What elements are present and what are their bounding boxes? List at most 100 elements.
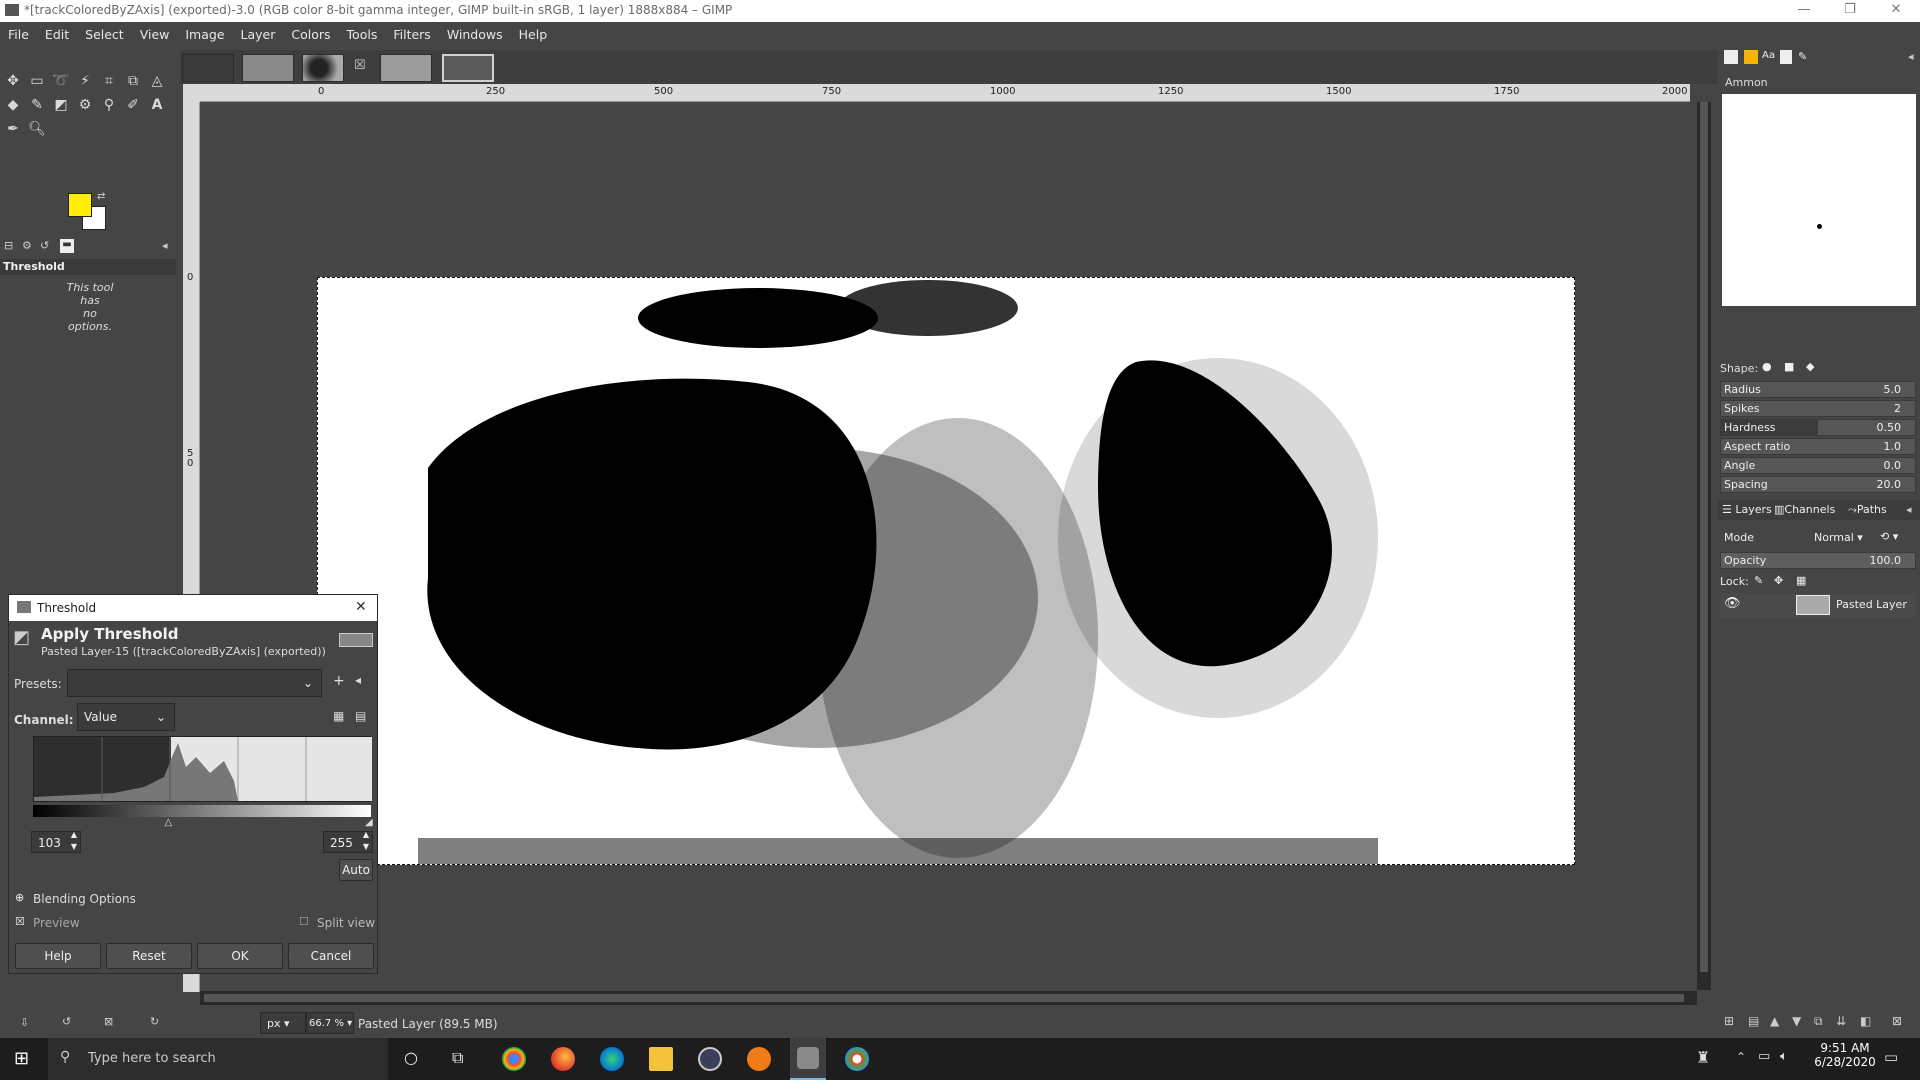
taskbar-search-box[interactable]: ⚲ Type here to search (48, 1038, 388, 1080)
brushes-tab-icon[interactable] (1724, 50, 1738, 64)
foreground-color[interactable] (68, 193, 92, 217)
menu-layer[interactable]: Layer (233, 22, 284, 48)
dialog-titlebar[interactable]: Threshold ✕ (9, 595, 377, 621)
tray-chevron-icon[interactable]: ⌃ (1736, 1050, 1746, 1064)
menu-filters[interactable]: Filters (385, 22, 438, 48)
spacing-slider[interactable]: Spacing 20.0 (1720, 476, 1916, 493)
notifications-icon[interactable]: ▭ (1884, 1048, 1898, 1066)
save-options-icon[interactable]: ⇩ (20, 1016, 29, 1029)
bucket-fill-icon[interactable]: ◆ (2, 94, 24, 116)
linear-histogram-icon[interactable]: ▦ (333, 709, 344, 723)
firefox-icon[interactable] (551, 1047, 575, 1071)
dialog-close-button[interactable]: ✕ (355, 599, 367, 615)
images-tab-icon[interactable]: ▬ (60, 239, 74, 253)
layer-row[interactable]: 👁︎ Pasted Layer (1720, 593, 1916, 617)
menu-help[interactable]: Help (511, 22, 556, 48)
delete-options-icon[interactable]: ⊠ (104, 1015, 113, 1028)
new-group-icon[interactable]: ▤ (1748, 1014, 1759, 1028)
text-tool-icon[interactable]: A (146, 94, 168, 116)
menu-view[interactable]: View (132, 22, 178, 48)
mode-select[interactable]: Normal ▾ (1814, 531, 1863, 544)
shape-square-icon[interactable]: ■ (1784, 360, 1794, 373)
smudge-icon[interactable]: ⚲ (98, 94, 120, 116)
visibility-eye-icon[interactable]: 👁︎ (1724, 596, 1741, 611)
opacity-slider[interactable]: Opacity 100.0 (1720, 552, 1916, 569)
cancel-button[interactable]: Cancel (288, 943, 374, 969)
configure-tab-icon[interactable]: ◂ (162, 239, 168, 252)
paintbrush-icon[interactable]: ✎ (26, 94, 48, 116)
menu-windows[interactable]: Windows (439, 22, 511, 48)
mask-icon[interactable]: ◧ (1860, 1014, 1871, 1028)
zoom-icon[interactable]: 🔍︎ (26, 118, 48, 140)
menu-image[interactable]: Image (177, 22, 232, 48)
eraser-icon[interactable]: ◩ (50, 94, 72, 116)
channel-select[interactable]: Value ⌄ (77, 703, 175, 731)
low-threshold-handle[interactable]: △ (165, 817, 173, 828)
task-view-icon[interactable]: ⧉ (452, 1048, 463, 1068)
tab-channels[interactable]: ▥Channels (1774, 503, 1835, 516)
close-button[interactable]: ✕ (1873, 0, 1919, 22)
tool-options-tab-icon[interactable]: ⊟ (4, 239, 13, 252)
edge-icon[interactable] (600, 1047, 624, 1071)
presets-select[interactable]: ⌄ (67, 669, 322, 697)
low-threshold-spin[interactable]: 103 ▲ ▼ (31, 830, 81, 853)
add-preset-icon[interactable]: + (333, 673, 345, 689)
menu-tools[interactable]: Tools (339, 22, 386, 48)
preset-menu-icon[interactable]: ◂ (355, 673, 361, 687)
rect-select-icon[interactable]: ▭ (26, 70, 48, 92)
duplicate-layer-icon[interactable]: ⧉ (1814, 1014, 1823, 1029)
delete-layer-icon[interactable]: ⊠ (1892, 1014, 1902, 1028)
shape-diamond-icon[interactable]: ◆ (1806, 360, 1814, 373)
reset-options-icon[interactable]: ↻ (150, 1015, 159, 1028)
histogram[interactable] (33, 736, 372, 802)
split-view-checkbox[interactable]: ☐ (299, 915, 309, 928)
log-histogram-icon[interactable]: ▤ (355, 709, 366, 723)
lasso-icon[interactable]: ➰ (50, 70, 72, 92)
high-threshold-spin[interactable]: 255 ▲ ▼ (323, 830, 373, 853)
close-tab-icon[interactable]: ☒ (354, 58, 366, 73)
warp-icon[interactable]: ◬ (146, 70, 168, 92)
image-tab-active[interactable] (442, 54, 494, 82)
configure-brush-tab-icon[interactable]: ◂ (1908, 50, 1914, 63)
windows-start-icon[interactable]: ⊞ (14, 1048, 29, 1069)
image-tab-4[interactable] (380, 54, 432, 82)
clock[interactable]: 9:51 AM 6/28/2020 (1800, 1041, 1890, 1069)
paths-icon[interactable]: ✐ (122, 94, 144, 116)
preview-checkbox[interactable]: ☒ (15, 915, 25, 928)
patterns-tab-icon[interactable] (1744, 50, 1758, 64)
lower-layer-icon[interactable]: ▼ (1792, 1014, 1801, 1028)
blending-options-label[interactable]: Blending Options (33, 892, 136, 906)
app-icon[interactable] (845, 1047, 869, 1071)
tab-layers[interactable]: ☰ Layers (1722, 503, 1772, 516)
blender-icon[interactable] (747, 1047, 771, 1071)
shape-circle-icon[interactable]: ● (1762, 360, 1772, 373)
aspect-ratio-slider[interactable]: Aspect ratio 1.0 (1720, 438, 1916, 455)
vertical-scrollbar[interactable] (1697, 102, 1711, 990)
crop-icon[interactable]: ⌗ (98, 70, 120, 92)
menu-select[interactable]: Select (77, 22, 132, 48)
zoom-select[interactable]: 66.7 % ▾ (306, 1012, 354, 1034)
reset-button[interactable]: Reset (106, 943, 192, 969)
lock-alpha-icon[interactable]: ▦ (1796, 574, 1806, 587)
unit-select[interactable]: px ▾ (260, 1012, 306, 1034)
brush-preview[interactable] (1722, 94, 1916, 306)
cortana-icon[interactable]: ○ (404, 1048, 418, 1067)
transform-icon[interactable]: ⧉ (122, 70, 144, 92)
image-tab-3[interactable] (302, 54, 344, 82)
documents-tab-icon[interactable] (1780, 50, 1792, 64)
restore-options-icon[interactable]: ↺ (62, 1015, 71, 1028)
menu-edit[interactable]: Edit (37, 22, 77, 48)
clone-icon[interactable]: ⚙ (74, 94, 96, 116)
color-picker-icon[interactable]: ✒ (2, 118, 24, 140)
device-status-tab-icon[interactable]: ⚙ (22, 239, 32, 252)
chrome-icon[interactable] (502, 1047, 526, 1071)
horizontal-scrollbar[interactable] (200, 991, 1697, 1005)
hardness-slider[interactable]: Hardness 0.50 (1720, 419, 1916, 436)
lock-position-icon[interactable]: ✥ (1774, 574, 1783, 587)
radius-slider[interactable]: Radius 5.0 (1720, 381, 1916, 398)
new-layer-icon[interactable]: ⊞ (1724, 1014, 1734, 1028)
fuzzy-select-icon[interactable]: ⚡ (74, 70, 96, 92)
thresholded-image[interactable] (317, 277, 1575, 865)
auto-button[interactable]: Auto (339, 859, 373, 881)
network-icon[interactable]: ▭ (1758, 1049, 1770, 1064)
